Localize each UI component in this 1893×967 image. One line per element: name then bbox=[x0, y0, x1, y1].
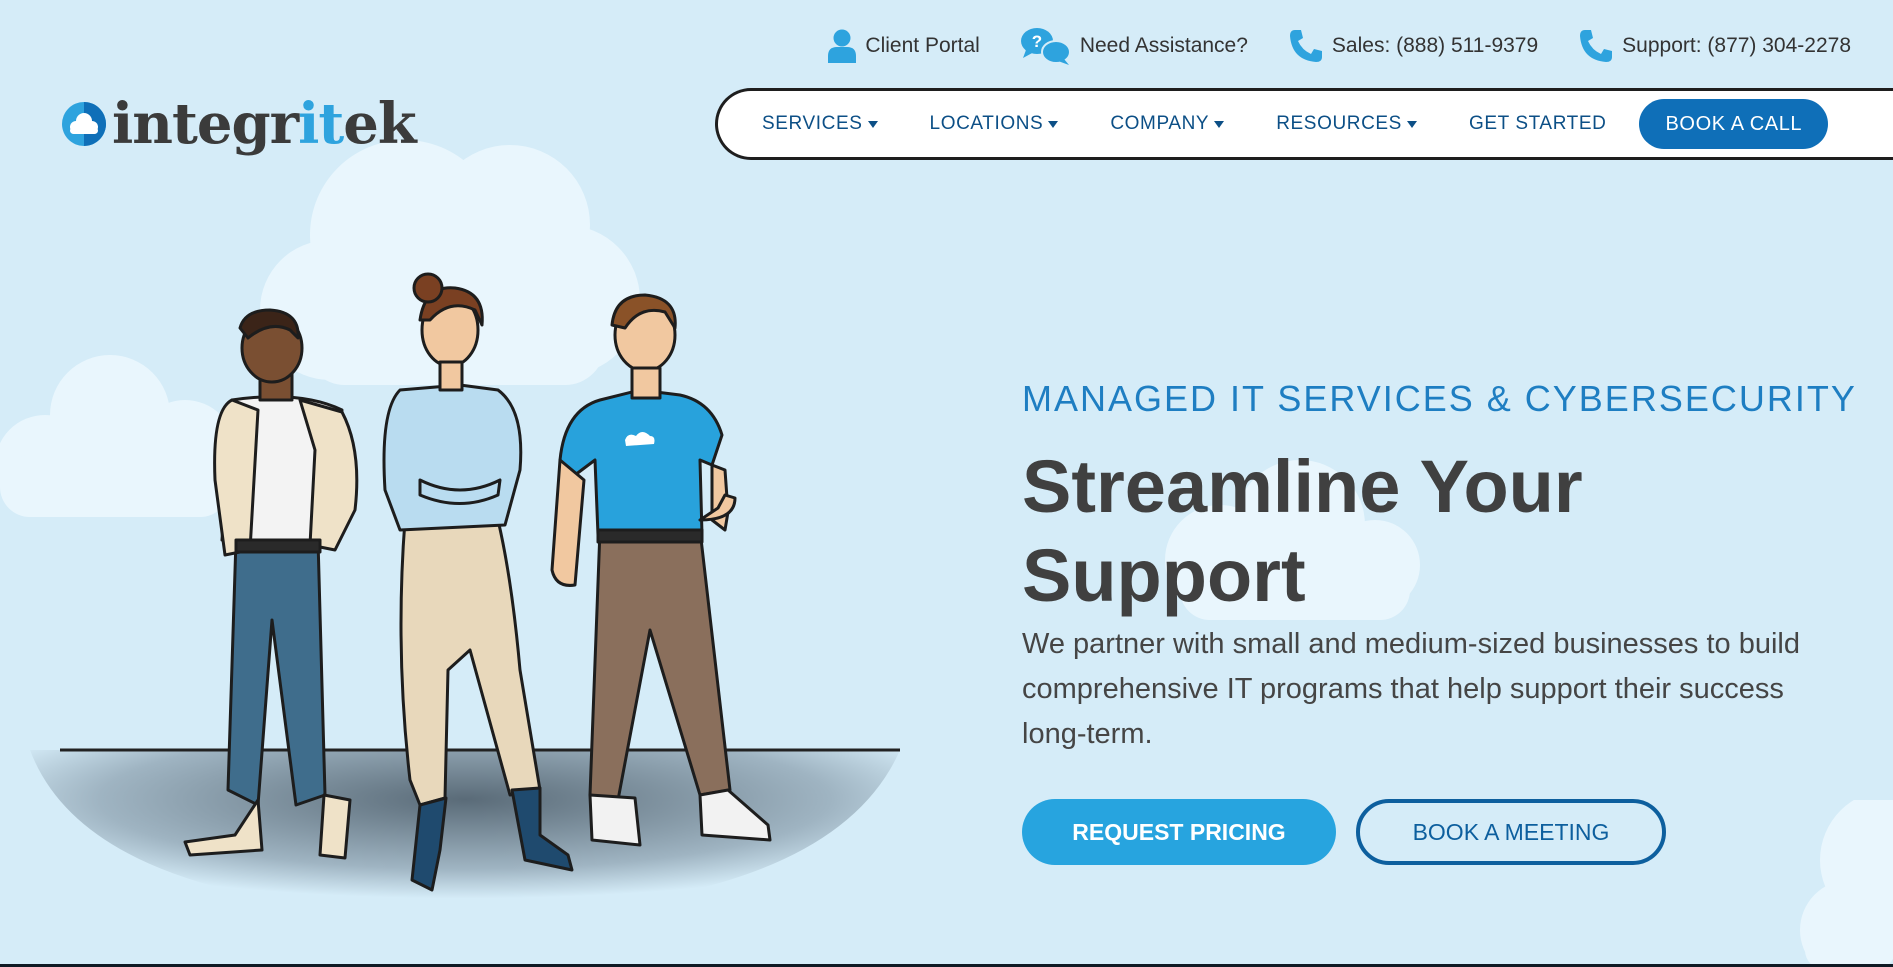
book-a-call-button[interactable]: BOOK A CALL bbox=[1639, 99, 1829, 149]
nav-get-started[interactable]: GET STARTED bbox=[1469, 113, 1607, 135]
main-nav: SERVICES LOCATIONS COMPANY RESOURCES GET… bbox=[715, 88, 1893, 160]
utility-bar: Client Portal ? Need Assistance? Sales: … bbox=[827, 26, 1851, 66]
chat-question-icon: ? bbox=[1020, 28, 1071, 65]
cloud-logo-icon bbox=[62, 102, 106, 146]
nav-services-label: SERVICES bbox=[762, 113, 863, 134]
book-a-meeting-button[interactable]: BOOK A MEETING bbox=[1356, 799, 1666, 865]
hero-headline-line-1: Streamline Your bbox=[1022, 445, 1583, 528]
logo-part-3: ek bbox=[343, 91, 416, 157]
sales-phone-link[interactable]: Sales: (888) 511-9379 bbox=[1288, 28, 1538, 64]
nav-services[interactable]: SERVICES bbox=[762, 113, 878, 135]
client-portal-label: Client Portal bbox=[865, 34, 980, 57]
hero-headline-line-2: Support bbox=[1022, 534, 1306, 617]
nav-resources-label: RESOURCES bbox=[1276, 113, 1402, 134]
logo-wordmark: integritek bbox=[112, 96, 417, 152]
hero-section: MANAGED IT SERVICES & CYBERSECURITY Stre… bbox=[1022, 378, 1857, 865]
client-portal-link[interactable]: Client Portal bbox=[827, 29, 980, 63]
svg-text:?: ? bbox=[1032, 32, 1042, 51]
support-phone-label: Support: (877) 304-2278 bbox=[1622, 34, 1851, 57]
caret-down-icon bbox=[1214, 121, 1225, 128]
team-illustration bbox=[30, 272, 900, 910]
sales-phone-label: Sales: (888) 511-9379 bbox=[1331, 34, 1539, 57]
nav-company-label: COMPANY bbox=[1110, 113, 1210, 134]
hero-eyebrow: MANAGED IT SERVICES & CYBERSECURITY bbox=[1022, 378, 1857, 419]
caret-down-icon bbox=[867, 121, 878, 128]
logo-part-1: integr bbox=[112, 91, 299, 157]
nav-get-started-label: GET STARTED bbox=[1468, 113, 1607, 134]
hero-headline: Streamline Your Support bbox=[1022, 442, 1822, 620]
nav-resources[interactable]: RESOURCES bbox=[1276, 113, 1417, 135]
need-assistance-link[interactable]: ? Need Assistance? bbox=[1020, 26, 1248, 66]
hero-cta-row: REQUEST PRICING BOOK A MEETING bbox=[1022, 799, 1822, 865]
caret-down-icon bbox=[1406, 121, 1417, 128]
nav-company[interactable]: COMPANY bbox=[1110, 113, 1225, 135]
need-assistance-label: Need Assistance? bbox=[1079, 34, 1248, 57]
support-phone-link[interactable]: Support: (877) 304-2278 bbox=[1578, 28, 1851, 64]
user-icon bbox=[828, 29, 857, 63]
nav-locations[interactable]: LOCATIONS bbox=[930, 113, 1059, 135]
hero-description: We partner with small and medium-sized b… bbox=[1022, 628, 1800, 750]
logo-part-2: it bbox=[298, 91, 344, 157]
nav-locations-label: LOCATIONS bbox=[929, 113, 1044, 134]
request-pricing-button[interactable]: REQUEST PRICING bbox=[1022, 799, 1336, 865]
integritek-logo[interactable]: integritek bbox=[60, 96, 417, 152]
phone-icon bbox=[1580, 30, 1613, 62]
phone-icon bbox=[1289, 30, 1322, 62]
caret-down-icon bbox=[1048, 121, 1059, 128]
